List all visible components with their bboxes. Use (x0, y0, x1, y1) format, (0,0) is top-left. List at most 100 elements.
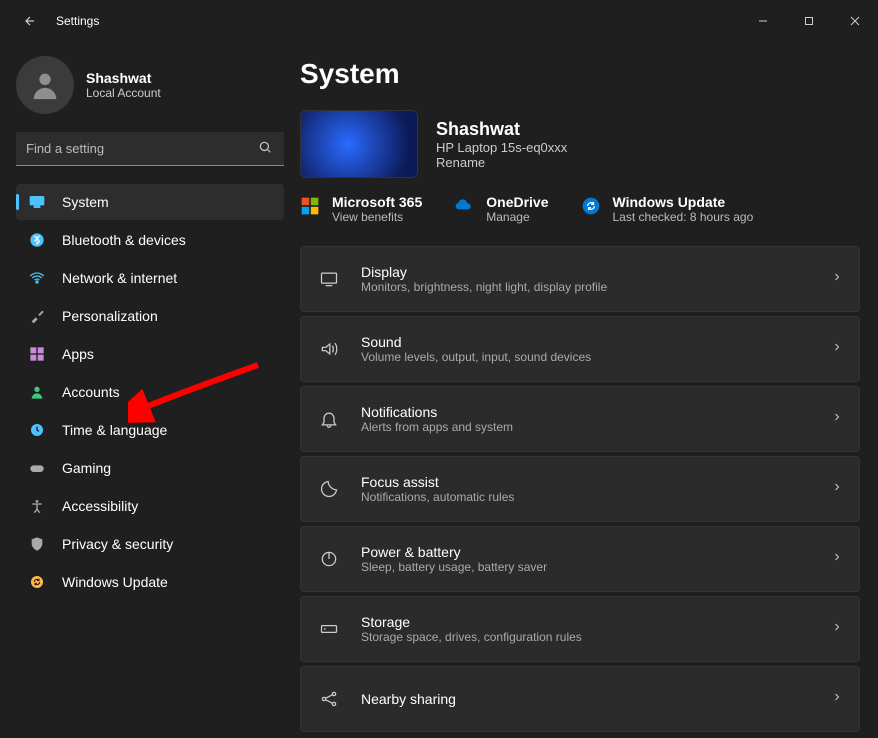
sidebar-item-label: Network & internet (62, 270, 177, 286)
winupd-sub: Last checked: 8 hours ago (613, 210, 754, 224)
sidebar-item-gaming[interactable]: Gaming (16, 450, 284, 486)
window-title: Settings (56, 14, 99, 28)
device-name: Shashwat (436, 119, 567, 140)
sidebar-item-accessibility[interactable]: Accessibility (16, 488, 284, 524)
card-sub: Notifications, automatic rules (361, 490, 811, 504)
close-button[interactable] (832, 6, 878, 36)
sidebar-item-label: Privacy & security (62, 536, 173, 552)
service-ms365[interactable]: Microsoft 365View benefits (300, 194, 422, 224)
setting-card-notifications[interactable]: NotificationsAlerts from apps and system (300, 386, 860, 452)
setting-card-nearby-sharing[interactable]: Nearby sharing (300, 666, 860, 732)
sidebar-item-system[interactable]: System (16, 184, 284, 220)
minimize-button[interactable] (740, 6, 786, 36)
chevron-right-icon (831, 410, 843, 428)
sidebar-item-label: Time & language (62, 422, 167, 438)
search-wrap (16, 132, 284, 166)
chevron-right-icon (831, 480, 843, 498)
accessibility-icon (28, 497, 46, 515)
sidebar-item-label: Gaming (62, 460, 111, 476)
setting-card-storage[interactable]: StorageStorage space, drives, configurat… (300, 596, 860, 662)
setting-card-sound[interactable]: SoundVolume levels, output, input, sound… (300, 316, 860, 382)
sidebar-item-label: System (62, 194, 109, 210)
sidebar-item-time-language[interactable]: Time & language (16, 412, 284, 448)
card-title: Nearby sharing (361, 691, 811, 707)
sidebar: Shashwat Local Account System Bluetooth &… (0, 42, 300, 738)
display-icon (317, 269, 341, 289)
window-controls (740, 6, 878, 36)
page-title: System (300, 58, 860, 90)
device-model: HP Laptop 15s-eq0xxx (436, 140, 567, 155)
card-title: Sound (361, 334, 811, 350)
gaming-icon (28, 459, 46, 477)
update-icon (581, 196, 601, 216)
nearby-sharing-icon (317, 689, 341, 709)
ms365-icon (300, 196, 320, 216)
service-winupdate[interactable]: Windows UpdateLast checked: 8 hours ago (581, 194, 754, 224)
sidebar-item-accounts[interactable]: Accounts (16, 374, 284, 410)
sound-icon (317, 339, 341, 359)
user-name: Shashwat (86, 70, 161, 86)
card-title: Notifications (361, 404, 811, 420)
windows-update-icon (28, 573, 46, 591)
chevron-right-icon (831, 340, 843, 358)
storage-icon (317, 619, 341, 639)
chevron-right-icon (831, 620, 843, 638)
card-sub: Sleep, battery usage, battery saver (361, 560, 811, 574)
card-title: Power & battery (361, 544, 811, 560)
device-image (300, 110, 418, 178)
ms365-sub: View benefits (332, 210, 422, 224)
card-sub: Storage space, drives, configuration rul… (361, 630, 811, 644)
sidebar-item-apps[interactable]: Apps (16, 336, 284, 372)
ms365-title: Microsoft 365 (332, 194, 422, 210)
sidebar-item-personalization[interactable]: Personalization (16, 298, 284, 334)
sidebar-item-privacy-security[interactable]: Privacy & security (16, 526, 284, 562)
avatar (16, 56, 74, 114)
card-title: Focus assist (361, 474, 811, 490)
sidebar-item-label: Bluetooth & devices (62, 232, 186, 248)
personalization-icon (28, 307, 46, 325)
sidebar-item-label: Apps (62, 346, 94, 362)
card-title: Storage (361, 614, 811, 630)
bluetooth-devices-icon (28, 231, 46, 249)
sidebar-item-bluetooth-devices[interactable]: Bluetooth & devices (16, 222, 284, 258)
card-sub: Monitors, brightness, night light, displ… (361, 280, 811, 294)
search-input[interactable] (16, 132, 284, 166)
setting-card-focus-assist[interactable]: Focus assistNotifications, automatic rul… (300, 456, 860, 522)
onedrive-sub: Manage (486, 210, 548, 224)
network-internet-icon (28, 269, 46, 287)
services-row: Microsoft 365View benefits OneDriveManag… (300, 194, 860, 224)
rename-link[interactable]: Rename (436, 155, 567, 170)
sidebar-item-label: Personalization (62, 308, 158, 324)
titlebar: Settings (0, 0, 878, 42)
winupd-title: Windows Update (613, 194, 754, 210)
settings-cards: DisplayMonitors, brightness, night light… (300, 246, 860, 732)
focus-assist-icon (317, 479, 341, 499)
maximize-button[interactable] (786, 6, 832, 36)
accounts-icon (28, 383, 46, 401)
chevron-right-icon (831, 270, 843, 288)
card-title: Display (361, 264, 811, 280)
sidebar-item-label: Accounts (62, 384, 120, 400)
search-icon (258, 140, 272, 159)
back-button[interactable] (18, 9, 42, 33)
user-account-type: Local Account (86, 86, 161, 100)
apps-icon (28, 345, 46, 363)
privacy-security-icon (28, 535, 46, 553)
sidebar-item-network-internet[interactable]: Network & internet (16, 260, 284, 296)
service-onedrive[interactable]: OneDriveManage (454, 194, 548, 224)
setting-card-display[interactable]: DisplayMonitors, brightness, night light… (300, 246, 860, 312)
sidebar-item-label: Windows Update (62, 574, 168, 590)
main: System Shashwat HP Laptop 15s-eq0xxx Ren… (300, 42, 878, 738)
card-sub: Volume levels, output, input, sound devi… (361, 350, 811, 364)
user-block[interactable]: Shashwat Local Account (16, 56, 284, 114)
notifications-icon (317, 409, 341, 429)
sidebar-item-windows-update[interactable]: Windows Update (16, 564, 284, 600)
onedrive-icon (454, 196, 474, 216)
setting-card-power-battery[interactable]: Power & batterySleep, battery usage, bat… (300, 526, 860, 592)
time-language-icon (28, 421, 46, 439)
chevron-right-icon (831, 550, 843, 568)
nav: System Bluetooth & devices Network & inter… (16, 184, 284, 600)
sidebar-item-label: Accessibility (62, 498, 138, 514)
card-sub: Alerts from apps and system (361, 420, 811, 434)
onedrive-title: OneDrive (486, 194, 548, 210)
